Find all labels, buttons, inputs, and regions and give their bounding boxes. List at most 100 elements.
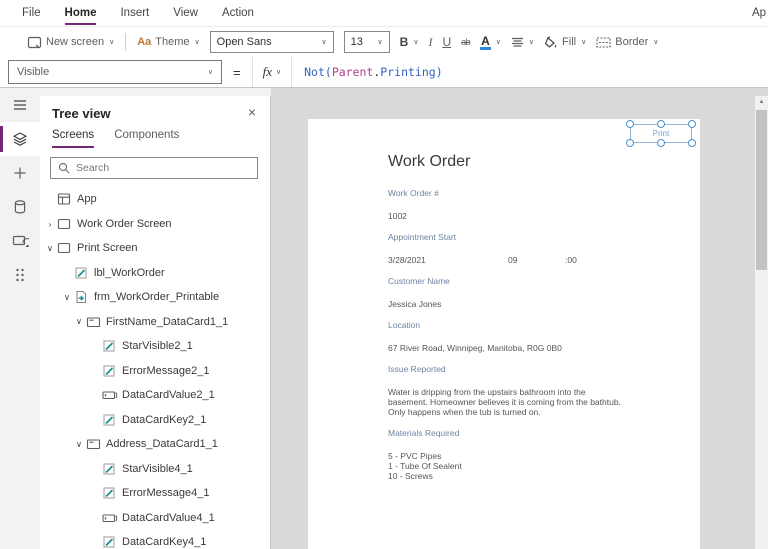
input-icon [102, 388, 118, 402]
chevron-down-icon: ∨ [528, 39, 535, 46]
tree-item-label: StarVisible2_1 [122, 340, 193, 353]
menu-item-view[interactable]: View [173, 5, 198, 21]
chevron-down-icon: ∨ [207, 69, 213, 76]
menu-item-action[interactable]: Action [222, 5, 254, 21]
tree-item-ErrorMessage2_1[interactable]: ErrorMessage2_1 [40, 359, 270, 384]
rail-media-icon[interactable] [0, 224, 40, 258]
tree-item-Work Order Screen[interactable]: › Work Order Screen [40, 212, 270, 237]
font-size-select[interactable]: 13 ∨ [343, 31, 390, 53]
print-button[interactable]: Print [626, 120, 696, 147]
tree-item-DataCardKey4_1[interactable]: DataCardKey4_1 [40, 530, 270, 549]
tree-item-Print Screen[interactable]: ∨ Print Screen [40, 236, 270, 261]
selection-handle[interactable] [626, 120, 634, 128]
border-icon [596, 36, 611, 48]
tree-item-frm_WorkOrder_Printable[interactable]: ∨ frm_WorkOrder_Printable [40, 285, 270, 310]
bold-button[interactable]: B ∨ [395, 30, 424, 54]
italic-button[interactable]: I [423, 30, 437, 54]
rail-data-icon[interactable] [0, 190, 40, 224]
appointment-hour: 09 [508, 255, 518, 265]
chevron-down-icon: ∨ [321, 39, 327, 46]
italic-icon: I [428, 34, 433, 49]
formula-input[interactable]: Not(Parent.Printing) [304, 65, 443, 79]
tab-components[interactable]: Components [114, 129, 179, 148]
rail-advanced-tools-icon[interactable] [0, 258, 40, 292]
formula-bar: Visible ∨ = fx ∨ Not(Parent.Printing) [0, 57, 768, 88]
selection-handle[interactable] [657, 120, 665, 128]
align-icon [511, 37, 523, 47]
search-icon [58, 162, 70, 174]
align-button[interactable]: ∨ [506, 30, 539, 54]
rail-menu-icon[interactable] [0, 88, 40, 122]
tree-item-label: ErrorMessage4_1 [122, 487, 210, 500]
fill-button[interactable]: Fill ∨ [539, 30, 591, 54]
appointment-date: 3/28/2021 [388, 255, 426, 265]
field-value: 3/28/2021 09 :00 [388, 255, 700, 265]
selection-handle[interactable] [657, 139, 665, 147]
expander-expanded-icon[interactable]: ∨ [43, 243, 57, 254]
font-color-icon: A [480, 33, 491, 50]
menu-item-insert[interactable]: Insert [120, 5, 149, 21]
chevron-down-icon: ∨ [581, 39, 587, 46]
close-icon[interactable]: × [248, 104, 256, 120]
selection-handle[interactable] [626, 139, 634, 147]
app-icon [57, 192, 73, 206]
selection-handle[interactable] [688, 139, 696, 147]
theme-icon: Aa [137, 36, 152, 48]
expander-expanded-icon[interactable]: ∨ [60, 292, 74, 303]
font-family-select[interactable]: Open Sans ∨ [209, 31, 334, 53]
vertical-scrollbar[interactable]: ▲ [755, 96, 768, 549]
tree-item-DataCardValue2_1[interactable]: DataCardValue2_1 [40, 383, 270, 408]
expander-expanded-icon[interactable]: ∨ [72, 316, 86, 327]
tree-item-FirstName_DataCard1_1[interactable]: ∨ FirstName_DataCard1_1 [40, 310, 270, 335]
tree-item-DataCardValue4_1[interactable]: DataCardValue4_1 [40, 506, 270, 531]
tree-item-label: DataCardValue4_1 [122, 511, 215, 524]
tab-screens[interactable]: Screens [52, 129, 95, 148]
fx-button[interactable]: fx ∨ [251, 57, 293, 87]
strikethrough-button[interactable]: ab [456, 30, 475, 54]
chevron-down-icon: ∨ [194, 39, 200, 46]
theme-button[interactable]: Aa Theme ∨ [132, 30, 204, 54]
formula-segment: Not( [304, 65, 332, 79]
scroll-up-arrow[interactable]: ▲ [755, 96, 768, 108]
form-icon [74, 290, 90, 304]
screen-icon [57, 241, 73, 255]
menu-item-file[interactable]: File [22, 5, 41, 21]
rail-insert-icon[interactable] [0, 156, 40, 190]
tree-item-DataCardKey2_1[interactable]: DataCardKey2_1 [40, 408, 270, 433]
document-fields: Work Order # 1002 Appointment Start 3/28/20… [388, 188, 700, 481]
label-icon [74, 266, 90, 280]
tree-item-lbl_WorkOrder[interactable]: lbl_WorkOrder [40, 261, 270, 286]
scrollbar-thumb[interactable] [756, 110, 767, 270]
input-icon [102, 511, 118, 525]
tree-item-label: DataCardValue2_1 [122, 389, 215, 402]
card-icon [86, 437, 102, 451]
label-icon [102, 462, 118, 476]
new-screen-button[interactable]: New screen ∨ [22, 30, 119, 54]
tree-item-StarVisible4_1[interactable]: StarVisible4_1 [40, 457, 270, 482]
font-color-button[interactable]: A ∨ [475, 30, 506, 54]
underline-button[interactable]: U [437, 30, 456, 54]
expander-collapsed-icon[interactable]: › [43, 219, 57, 229]
panel-top-strip [40, 88, 271, 96]
search-input[interactable]: Search [50, 157, 258, 179]
selection-handle[interactable] [688, 120, 696, 128]
document-page[interactable]: Print Work Order Work Order # 1002 Appoint… [308, 119, 700, 549]
tree-item-ErrorMessage4_1[interactable]: ErrorMessage4_1 [40, 481, 270, 506]
tree-item-label: ErrorMessage2_1 [122, 364, 210, 377]
appointment-minute: :00 [565, 255, 577, 265]
tree-item-Address_DataCard1_1[interactable]: ∨ Address_DataCard1_1 [40, 432, 270, 457]
theme-label: Theme [155, 36, 190, 48]
property-select[interactable]: Visible ∨ [8, 60, 222, 84]
border-button[interactable]: Border ∨ [591, 30, 663, 54]
document-title: Work Order [388, 153, 471, 170]
tree-item-StarVisible2_1[interactable]: StarVisible2_1 [40, 334, 270, 359]
field-label: Materials Required [388, 428, 460, 438]
tree-item-App[interactable]: App [40, 187, 270, 212]
field-label: Location [388, 320, 421, 330]
tree-item-label: lbl_WorkOrder [94, 266, 165, 279]
rail-tree-view-icon[interactable] [0, 122, 40, 156]
expander-expanded-icon[interactable]: ∨ [72, 439, 86, 450]
label-icon [102, 486, 118, 500]
menu-item-home[interactable]: Home [64, 5, 96, 25]
field-value: Water is dripping from the upstairs bath… [388, 387, 621, 417]
